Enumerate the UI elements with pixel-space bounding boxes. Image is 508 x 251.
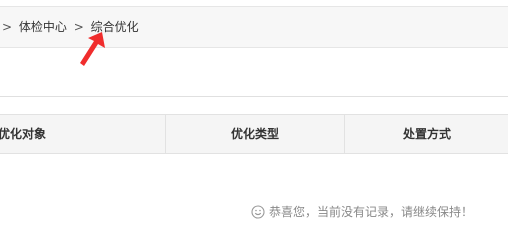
column-header-target: 优化对象 [0,127,47,141]
column-header-action: 处置方式 [344,115,508,153]
empty-state-text: 恭喜您，当前没有记录，请继续保持！ [269,205,474,219]
smile-icon [251,205,265,219]
results-table-header: 优化对象 优化类型 处置方式 [0,114,508,154]
page: > 体检中心 > 综合优化 优化对象 优化类型 处置方式 恭喜您，当前没有记录，… [0,0,508,251]
breadcrumb-item-health-check[interactable]: 体检中心 [19,19,67,35]
column-header-type: 优化类型 [165,115,344,153]
annotation-arrow-icon [80,32,105,66]
breadcrumb-separator: > [2,20,13,34]
empty-state-message: 恭喜您，当前没有记录，请继续保持！ [251,203,473,221]
breadcrumb: > 体检中心 > 综合优化 [0,19,139,35]
section-divider [0,96,508,97]
